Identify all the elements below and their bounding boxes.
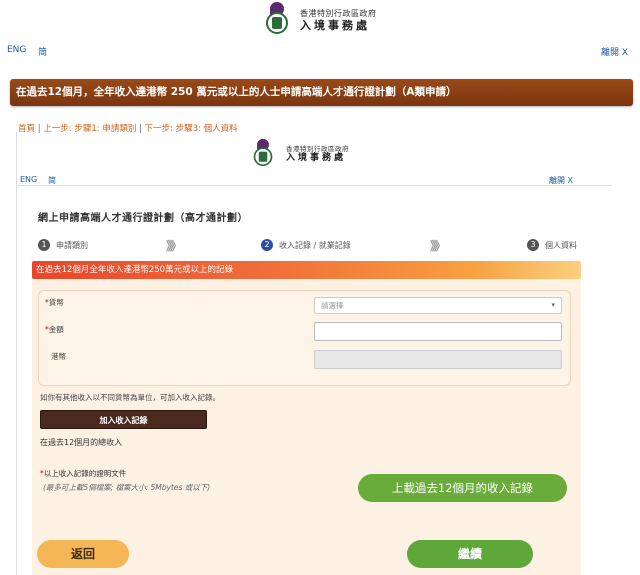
upload-income-record-button[interactable]: 上載過去12個月的收入記錄: [358, 474, 567, 502]
currency-select[interactable]: 請選擇 ▾: [314, 297, 562, 314]
exit-link[interactable]: 離開 X: [601, 45, 628, 58]
chevron-right-icon: 》》》: [430, 239, 446, 253]
hksar-emblem-icon: [250, 138, 276, 171]
step-1: 1 申請類別: [38, 239, 88, 251]
step-number: 1: [38, 239, 50, 251]
divider: [16, 185, 612, 186]
chevron-down-icon: ▾: [551, 301, 555, 309]
lang-simplified-link[interactable]: 简: [38, 45, 47, 58]
step-label: 申請類別: [56, 240, 88, 250]
continue-button[interactable]: 繼續: [407, 540, 533, 568]
upload-limit-note: (最多可上載5個檔案; 檔案大小: 5Mbytes 或以下): [43, 483, 211, 492]
inner-immd-logo: 香港特別行政區政府 入境事務處: [248, 136, 349, 174]
amount-input[interactable]: [314, 322, 562, 341]
page-title-bar: 在過去12個月，全年收入達港幣 250 萬元或以上的人士申請高端人才通行證計劃（…: [10, 79, 633, 106]
dept-name-line1: 香港特別行政區政府: [300, 9, 377, 19]
total-income-label: 在過去12個月的總收入: [40, 438, 123, 447]
chevron-right-icon: 》》》: [166, 239, 182, 253]
dept-name-line2: 入境事務處: [300, 19, 370, 33]
inner-lang-english-link[interactable]: ENG: [20, 175, 37, 184]
amount-label: *金額: [45, 325, 64, 334]
supporting-docs-label: *以上收入記錄的證明文件: [40, 469, 127, 478]
immd-logo: 香港特別行政區政府 入境事務處: [262, 2, 377, 40]
hkd-label: 港幣: [51, 352, 66, 361]
currency-label: *貨幣: [45, 298, 64, 307]
add-income-record-button[interactable]: 加入收入記錄: [40, 410, 207, 429]
step-3: 3 個人資料: [527, 239, 577, 251]
step-label: 個人資料: [545, 240, 577, 250]
hkd-amount-field: [314, 350, 562, 369]
step-number: 2: [261, 239, 273, 251]
back-button[interactable]: 返回: [37, 540, 129, 568]
step-number: 3: [527, 239, 539, 251]
step-2: 2 收入記錄 / 就業記錄: [261, 239, 351, 251]
multi-currency-hint: 如你有其他收入以不同貨幣為單位，可加入收入記錄。: [40, 393, 220, 402]
form-title: 網上申請高端人才通行證計劃（高才通計劃）: [38, 213, 248, 224]
inner-dept-line2: 入境事務處: [286, 153, 347, 164]
lang-english-link[interactable]: ENG: [7, 45, 26, 55]
step-label: 收入記錄 / 就業記錄: [279, 240, 351, 250]
section-header: 在過去12個月全年收入達港幣250萬元或以上的記錄: [32, 261, 581, 279]
hksar-emblem-icon: [262, 2, 292, 40]
